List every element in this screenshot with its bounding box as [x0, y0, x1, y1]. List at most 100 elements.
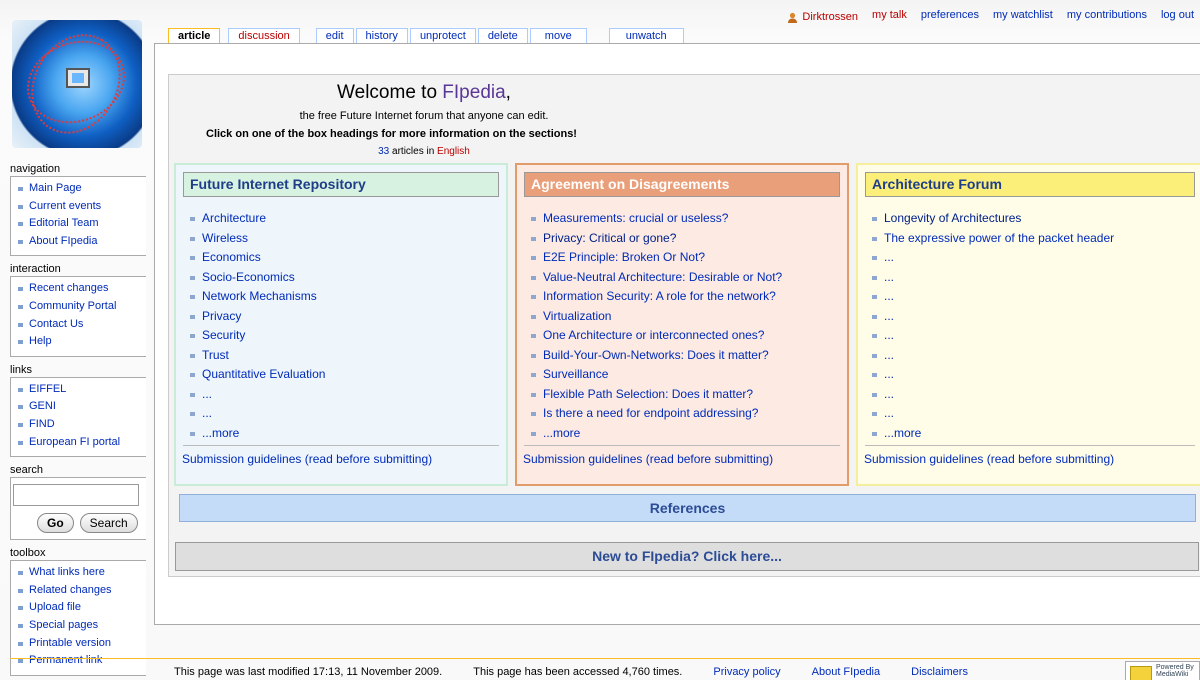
- user-page-link[interactable]: Dirktrossen: [787, 9, 858, 25]
- my-contributions-link[interactable]: my contributions: [1067, 9, 1147, 25]
- list-item[interactable]: E2E Principle: Broken Or Not?: [529, 248, 837, 268]
- list-item[interactable]: ...: [870, 248, 1192, 268]
- sidebar-item-editorial-team[interactable]: Editorial Team: [17, 215, 146, 233]
- list-item[interactable]: Security: [188, 326, 496, 346]
- list-item[interactable]: Economics: [188, 248, 496, 268]
- list-item[interactable]: Network Mechanisms: [188, 287, 496, 307]
- more-link[interactable]: ...more: [529, 424, 837, 444]
- disclaimers-link[interactable]: Disclaimers: [911, 666, 968, 678]
- language-link[interactable]: English: [437, 146, 470, 157]
- mediawiki-badge[interactable]: Powered By MediaWiki: [1125, 661, 1200, 680]
- sidebar-item-printable-version[interactable]: Printable version: [17, 635, 146, 653]
- privacy-policy-link[interactable]: Privacy policy: [713, 666, 780, 678]
- my-talk-link[interactable]: my talk: [872, 9, 907, 25]
- sidebar-item-permanent-link[interactable]: Permanent link: [17, 652, 146, 670]
- computer-icon: [66, 68, 90, 88]
- more-link[interactable]: ...more: [188, 424, 496, 444]
- list-item[interactable]: Socio-Economics: [188, 268, 496, 288]
- list-item[interactable]: Privacy: Critical or gone?: [529, 229, 837, 249]
- mediawiki-logo-icon: [1130, 666, 1152, 680]
- list-item[interactable]: Virtualization: [529, 307, 837, 327]
- sidebar-item-contact-us[interactable]: Contact Us: [17, 316, 146, 334]
- list-item[interactable]: ...: [870, 404, 1192, 424]
- search-button[interactable]: Search: [79, 513, 138, 534]
- sidebar-item-main-page[interactable]: Main Page: [17, 180, 146, 198]
- sidebar-item-current-events[interactable]: Current events: [17, 198, 146, 216]
- tab-edit[interactable]: edit: [315, 28, 354, 43]
- list-item[interactable]: ...: [870, 326, 1192, 346]
- list-item[interactable]: Surveillance: [529, 365, 837, 385]
- divider: [524, 445, 840, 446]
- sidebar-item-upload-file[interactable]: Upload file: [17, 599, 146, 617]
- submission-guidelines-link[interactable]: Submission guidelines (read before submi…: [523, 451, 773, 467]
- list-item[interactable]: Measurements: crucial or useless?: [529, 209, 837, 229]
- sidebar-item-community-portal[interactable]: Community Portal: [17, 298, 146, 316]
- more-link[interactable]: ...more: [870, 424, 1192, 444]
- tab-delete[interactable]: delete: [477, 28, 528, 43]
- tab-unwatch[interactable]: unwatch: [608, 28, 684, 43]
- forum-box: Architecture Forum Longevity of Architec…: [856, 163, 1200, 486]
- tab-article[interactable]: article: [168, 28, 221, 43]
- welcome-block: Welcome to FIpedia, the free Future Inte…: [169, 81, 679, 158]
- list-item[interactable]: ...: [188, 404, 496, 424]
- agreement-heading[interactable]: Agreement on Disagreements: [524, 172, 840, 197]
- preferences-link[interactable]: preferences: [921, 9, 979, 25]
- list-item[interactable]: ...: [870, 268, 1192, 288]
- list-item[interactable]: Privacy: [188, 307, 496, 327]
- list-item[interactable]: One Architecture or interconnected ones?: [529, 326, 837, 346]
- list-item[interactable]: Longevity of Architectures: [870, 209, 1192, 229]
- sidebar-item-find[interactable]: FIND: [17, 416, 146, 434]
- submission-guidelines-link[interactable]: Submission guidelines (read before submi…: [864, 451, 1114, 467]
- sidebar-item-special-pages[interactable]: Special pages: [17, 617, 146, 635]
- list-item[interactable]: ...: [870, 385, 1192, 405]
- go-button[interactable]: Go: [37, 513, 74, 534]
- sidebar-item-related-changes[interactable]: Related changes: [17, 582, 146, 600]
- list-item[interactable]: Wireless: [188, 229, 496, 249]
- list-item[interactable]: ...: [870, 365, 1192, 385]
- sidebar: navigation Main Page Current events Edit…: [10, 160, 146, 680]
- list-item[interactable]: Flexible Path Selection: Does it matter?: [529, 385, 837, 405]
- list-item[interactable]: ...: [870, 287, 1192, 307]
- last-modified-text: This page was last modified 17:13, 11 No…: [174, 666, 443, 678]
- log-out-link[interactable]: log out: [1161, 9, 1194, 25]
- sidebar-item-help[interactable]: Help: [17, 333, 146, 351]
- sidebar-item-geni[interactable]: GENI: [17, 398, 146, 416]
- list-item[interactable]: The expressive power of the packet heade…: [870, 229, 1192, 249]
- new-to-fipedia-bar[interactable]: New to FIpedia? Click here...: [175, 542, 1199, 571]
- sidebar-item-what-links-here[interactable]: What links here: [17, 564, 146, 582]
- tab-unprotect[interactable]: unprotect: [409, 28, 476, 43]
- list-item[interactable]: ...: [870, 307, 1192, 327]
- list-item[interactable]: Is there a need for endpoint addressing?: [529, 404, 837, 424]
- list-item[interactable]: Quantitative Evaluation: [188, 365, 496, 385]
- tab-discussion[interactable]: discussion: [228, 28, 300, 43]
- search-heading: search: [10, 464, 44, 477]
- sidebar-item-european-fi-portal[interactable]: European FI portal: [17, 434, 146, 452]
- references-bar[interactable]: References: [179, 494, 1196, 522]
- my-watchlist-link[interactable]: my watchlist: [993, 9, 1053, 25]
- article-count-link[interactable]: 33: [378, 146, 389, 157]
- submission-guidelines-link[interactable]: Submission guidelines (read before submi…: [182, 451, 432, 467]
- list-item[interactable]: Architecture: [188, 209, 496, 229]
- tab-move[interactable]: move: [529, 28, 587, 43]
- tab-history[interactable]: history: [355, 28, 408, 43]
- list-item[interactable]: Trust: [188, 346, 496, 366]
- mediawiki-badge-text: Powered By MediaWiki: [1156, 664, 1194, 678]
- sidebar-item-about[interactable]: About FIpedia: [17, 233, 146, 251]
- site-name-link[interactable]: FIpedia: [442, 82, 505, 103]
- sidebar-item-eiffel[interactable]: EIFFEL: [17, 381, 146, 399]
- about-link[interactable]: About FIpedia: [812, 666, 881, 678]
- page-tabs: article discussion edit history unprotec…: [168, 28, 684, 43]
- links-heading: links: [10, 363, 33, 376]
- search-input[interactable]: [13, 484, 139, 507]
- article-count: 33 articles in English: [169, 146, 679, 158]
- list-item[interactable]: ...: [188, 385, 496, 405]
- site-logo[interactable]: [12, 20, 142, 148]
- list-item[interactable]: Build-Your-Own-Networks: Does it matter?: [529, 346, 837, 366]
- list-item[interactable]: ...: [870, 346, 1192, 366]
- search-portlet: search Go Search: [10, 461, 146, 541]
- repository-heading[interactable]: Future Internet Repository: [183, 172, 499, 197]
- forum-heading[interactable]: Architecture Forum: [865, 172, 1195, 197]
- sidebar-item-recent-changes[interactable]: Recent changes: [17, 280, 146, 298]
- list-item[interactable]: Information Security: A role for the net…: [529, 287, 837, 307]
- list-item[interactable]: Value-Neutral Architecture: Desirable or…: [529, 268, 837, 288]
